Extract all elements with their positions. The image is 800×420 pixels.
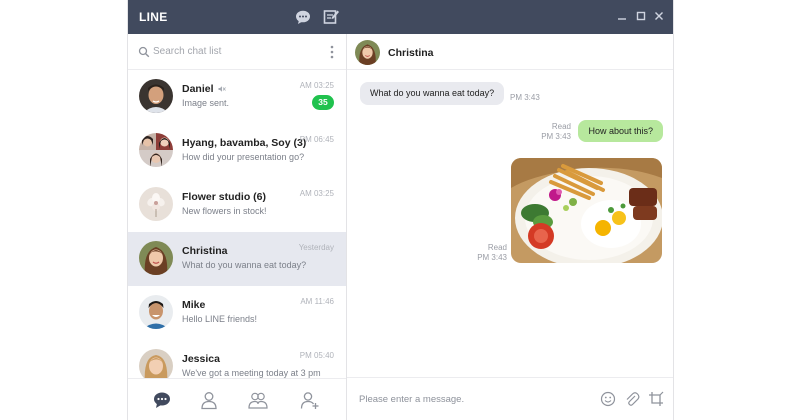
search-bar[interactable]: Search chat list: [128, 34, 346, 70]
conversation-title: Christina: [388, 47, 434, 59]
chat-name: Jessica: [182, 353, 220, 365]
chat-time: PM 06:45: [299, 135, 334, 144]
maximize-icon[interactable]: [634, 9, 648, 23]
bottom-nav: [128, 378, 346, 420]
line-app-window: LINE Search chat list Daniel Image sent.…: [127, 0, 674, 420]
chat-bubble-icon[interactable]: [294, 8, 312, 26]
chat-item-flower-studio[interactable]: Flower studio (6) New flowers in stock! …: [128, 178, 346, 232]
chat-time: AM 03:25: [299, 189, 334, 198]
chat-name: Daniel: [182, 83, 214, 95]
close-icon[interactable]: [652, 9, 666, 23]
chat-item-jessica[interactable]: Jessica We've got a meeting today at 3 p…: [128, 340, 346, 378]
chat-preview: We've got a meeting today at 3 pm: [182, 368, 321, 378]
message-composer: Please enter a message.: [347, 377, 673, 420]
avatar: [139, 133, 173, 167]
chats-icon[interactable]: [152, 390, 172, 410]
shared-food-photo[interactable]: [511, 158, 662, 263]
read-receipt: Read: [487, 243, 507, 252]
chat-name: Christina: [182, 245, 228, 257]
message-time: PM 3:43: [510, 93, 540, 102]
unread-badge: 35: [312, 95, 334, 110]
chat-time: PM 05:40: [299, 351, 334, 360]
add-friend-icon[interactable]: [300, 390, 320, 410]
message-meta: Read PM 3:43: [533, 122, 571, 142]
chat-item-christina[interactable]: Christina What do you wanna eat today? Y…: [128, 232, 346, 286]
message-time: PM 3:43: [541, 132, 571, 141]
app-logo: LINE: [139, 10, 168, 24]
avatar: [139, 295, 173, 329]
mute-icon: [218, 86, 227, 93]
chat-item-mike[interactable]: Mike Hello LINE friends! AM 11:46: [128, 286, 346, 340]
chat-preview: How did your presentation go?: [182, 152, 305, 162]
chat-list: Daniel Image sent. AM 03:25 35 Hyang, ba…: [128, 70, 346, 378]
avatar: [139, 349, 173, 378]
search-input[interactable]: Search chat list: [153, 46, 221, 57]
emoji-icon[interactable]: [600, 391, 616, 407]
avatar: [139, 79, 173, 113]
chat-list-panel: Search chat list Daniel Image sent. AM 0…: [128, 34, 347, 420]
incoming-message: What do you wanna eat today?: [360, 82, 505, 105]
outgoing-message: How about this?: [578, 120, 663, 142]
search-icon: [138, 46, 150, 58]
message-input[interactable]: Please enter a message.: [359, 394, 464, 405]
conversation-header: Christina: [347, 34, 673, 70]
chat-name: Mike: [182, 299, 206, 311]
title-bar: LINE: [128, 0, 673, 34]
read-receipt: Read: [551, 122, 571, 131]
attachment-icon[interactable]: [624, 391, 640, 407]
chat-time: AM 11:46: [300, 297, 334, 306]
conversation-panel: Christina What do you wanna eat today? P…: [347, 34, 673, 420]
compose-note-icon[interactable]: [322, 8, 340, 26]
chat-time: AM 03:25: [299, 81, 334, 90]
chat-name: Hyang, bavamba, Soy (3): [182, 137, 307, 149]
minimize-icon[interactable]: [615, 9, 629, 23]
chat-name: Flower studio (6): [182, 191, 266, 203]
avatar: [139, 187, 173, 221]
more-options-icon[interactable]: [329, 44, 335, 60]
groups-icon[interactable]: [248, 390, 268, 410]
avatar: [139, 241, 173, 275]
chat-preview: What do you wanna eat today?: [182, 260, 307, 270]
chat-preview: Hello LINE friends!: [182, 314, 258, 324]
chat-item-daniel[interactable]: Daniel Image sent. AM 03:25 35: [128, 70, 346, 124]
chat-preview: New flowers in stock!: [182, 206, 267, 216]
message-time: PM 3:43: [477, 253, 507, 262]
avatar[interactable]: [355, 40, 380, 65]
message-meta: Read PM 3:43: [469, 243, 507, 263]
friends-icon[interactable]: [199, 390, 219, 410]
chat-time: Yesterday: [298, 243, 334, 252]
chat-preview: Image sent.: [182, 98, 230, 108]
chat-item-group[interactable]: Hyang, bavamba, Soy (3) How did your pre…: [128, 124, 346, 178]
screenshot-crop-icon[interactable]: [648, 391, 664, 407]
